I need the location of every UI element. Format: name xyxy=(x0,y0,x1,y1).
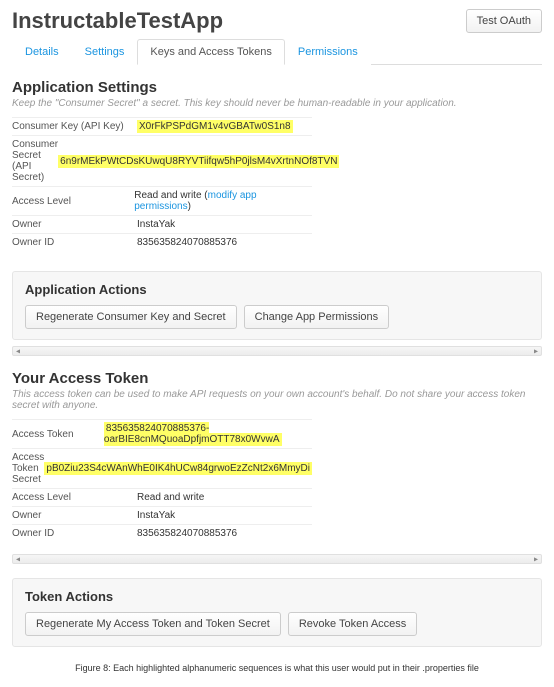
access-token-secret-value: pB0Ziu23S4cWAnWhE0IK4hUCw84grwoEzZcNt2x6… xyxy=(44,462,312,475)
application-settings-desc: Keep the "Consumer Secret" a secret. Thi… xyxy=(12,98,542,109)
access-token-secret-label: Access Token Secret xyxy=(12,452,44,485)
access-level-label: Access Level xyxy=(12,196,134,207)
scroll-right-icon: ▸ xyxy=(534,347,538,356)
access-token-label: Access Token xyxy=(12,429,104,440)
token-access-level-label: Access Level xyxy=(12,492,137,503)
consumer-secret-value: 6n9rMEkPWtCDsKUwqU8RYVTiifqw5hP0jlsM4vXr… xyxy=(58,155,339,168)
application-settings-section: Application Settings Keep the "Consumer … xyxy=(0,65,554,257)
token-actions-heading: Token Actions xyxy=(25,589,529,604)
consumer-secret-label: Consumer Secret (API Secret) xyxy=(12,139,58,183)
row-token-owner-id: Owner ID 835635824070885376 xyxy=(12,525,312,542)
owner-id-value: 835635824070885376 xyxy=(137,237,237,248)
tab-keys-access-tokens[interactable]: Keys and Access Tokens xyxy=(137,39,284,65)
access-token-section: Your Access Token This access token can … xyxy=(0,356,554,548)
horizontal-scrollbar-2[interactable]: ◂ ▸ xyxy=(12,554,542,564)
row-owner: Owner InstaYak xyxy=(12,216,312,234)
owner-id-label: Owner ID xyxy=(12,237,137,248)
token-actions-panel: Token Actions Regenerate My Access Token… xyxy=(12,578,542,647)
consumer-key-label: Consumer Key (API Key) xyxy=(12,121,137,132)
row-access-token-secret: Access Token Secret pB0Ziu23S4cWAnWhE0IK… xyxy=(12,449,312,489)
row-token-access-level: Access Level Read and write xyxy=(12,489,312,507)
tab-details[interactable]: Details xyxy=(12,39,72,65)
row-token-owner: Owner InstaYak xyxy=(12,507,312,525)
scroll-left-icon: ◂ xyxy=(16,347,20,356)
access-token-value: 835635824070885376-oarBIE8cnMQuoaDpfjmOT… xyxy=(104,422,282,446)
test-oauth-button[interactable]: Test OAuth xyxy=(466,9,542,33)
application-actions-panel: Application Actions Regenerate Consumer … xyxy=(12,271,542,340)
tab-permissions[interactable]: Permissions xyxy=(285,39,371,65)
token-owner-id-value: 835635824070885376 xyxy=(137,528,237,539)
row-consumer-secret: Consumer Secret (API Secret) 6n9rMEkPWtC… xyxy=(12,136,312,187)
token-owner-label: Owner xyxy=(12,510,137,521)
tab-bar: Details Settings Keys and Access Tokens … xyxy=(12,38,542,65)
row-access-level: Access Level Read and write (modify app … xyxy=(12,187,312,216)
token-owner-id-label: Owner ID xyxy=(12,528,137,539)
revoke-token-access-button[interactable]: Revoke Token Access xyxy=(288,612,417,636)
access-token-heading: Your Access Token xyxy=(12,370,542,387)
access-level-value: Read and write xyxy=(134,190,201,201)
horizontal-scrollbar[interactable]: ◂ ▸ xyxy=(12,346,542,356)
application-actions-heading: Application Actions xyxy=(25,282,529,297)
tab-settings[interactable]: Settings xyxy=(72,39,138,65)
token-access-level-value: Read and write xyxy=(137,492,204,503)
scroll-right-icon: ▸ xyxy=(534,555,538,564)
access-token-desc: This access token can be used to make AP… xyxy=(12,389,542,411)
token-owner-value: InstaYak xyxy=(137,510,175,521)
owner-label: Owner xyxy=(12,219,137,230)
row-access-token: Access Token 835635824070885376-oarBIE8c… xyxy=(12,420,312,449)
header: InstructableTestApp Test OAuth xyxy=(0,0,554,38)
row-owner-id: Owner ID 835635824070885376 xyxy=(12,234,312,251)
regenerate-access-token-button[interactable]: Regenerate My Access Token and Token Sec… xyxy=(25,612,281,636)
row-consumer-key: Consumer Key (API Key) X0rFkPSPdGM1v4vGB… xyxy=(12,118,312,136)
owner-value: InstaYak xyxy=(137,219,175,230)
regenerate-consumer-key-button[interactable]: Regenerate Consumer Key and Secret xyxy=(25,305,237,329)
figure-caption: Figure 8: Each highlighted alphanumeric … xyxy=(0,653,554,687)
change-app-permissions-button[interactable]: Change App Permissions xyxy=(244,305,390,329)
consumer-key-value: X0rFkPSPdGM1v4vGBATw0S1n8 xyxy=(137,120,293,133)
scroll-left-icon: ◂ xyxy=(16,555,20,564)
app-title: InstructableTestApp xyxy=(12,8,223,34)
application-settings-heading: Application Settings xyxy=(12,79,542,96)
